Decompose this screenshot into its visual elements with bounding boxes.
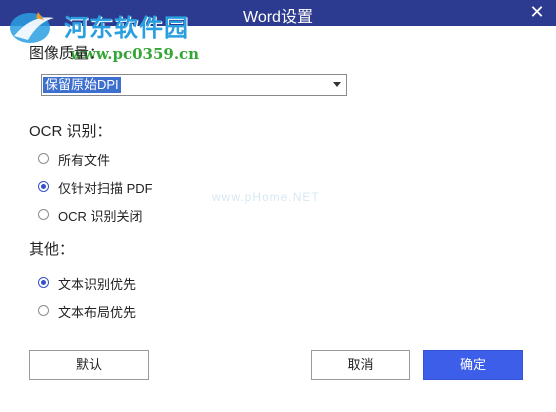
image-quality-select[interactable]: 保留原始DPI (41, 74, 347, 96)
radio-button[interactable] (38, 209, 49, 220)
cancel-button[interactable]: 取消 (311, 350, 410, 380)
chevron-down-icon[interactable] (333, 82, 341, 87)
other-label: 其他： (29, 241, 75, 258)
radio-button[interactable] (38, 305, 49, 316)
watermark-logo-icon (10, 12, 54, 43)
radio-button[interactable] (38, 153, 49, 164)
image-quality-selected-value: 保留原始DPI (43, 77, 121, 93)
radio-button[interactable] (38, 181, 49, 192)
watermark-faint-text: www.pHome.NET (212, 190, 320, 204)
radio-button[interactable] (38, 277, 49, 288)
radio-label: 文本布局优先 (58, 305, 137, 320)
radio-label: OCR 识别关闭 (58, 209, 143, 224)
radio-label: 所有文件 (58, 153, 111, 168)
watermark-site-name: 河东软件园 (64, 13, 189, 42)
ocr-label: OCR 识别： (29, 123, 112, 140)
ok-button[interactable]: 确定 (423, 350, 523, 380)
default-button[interactable]: 默认 (29, 350, 149, 380)
image-quality-label: 图像质量： (29, 45, 105, 62)
radio-label: 仅针对扫描 PDF (58, 181, 153, 196)
close-icon[interactable]: ✕ (528, 2, 546, 22)
radio-label: 文本识别优先 (58, 277, 137, 292)
